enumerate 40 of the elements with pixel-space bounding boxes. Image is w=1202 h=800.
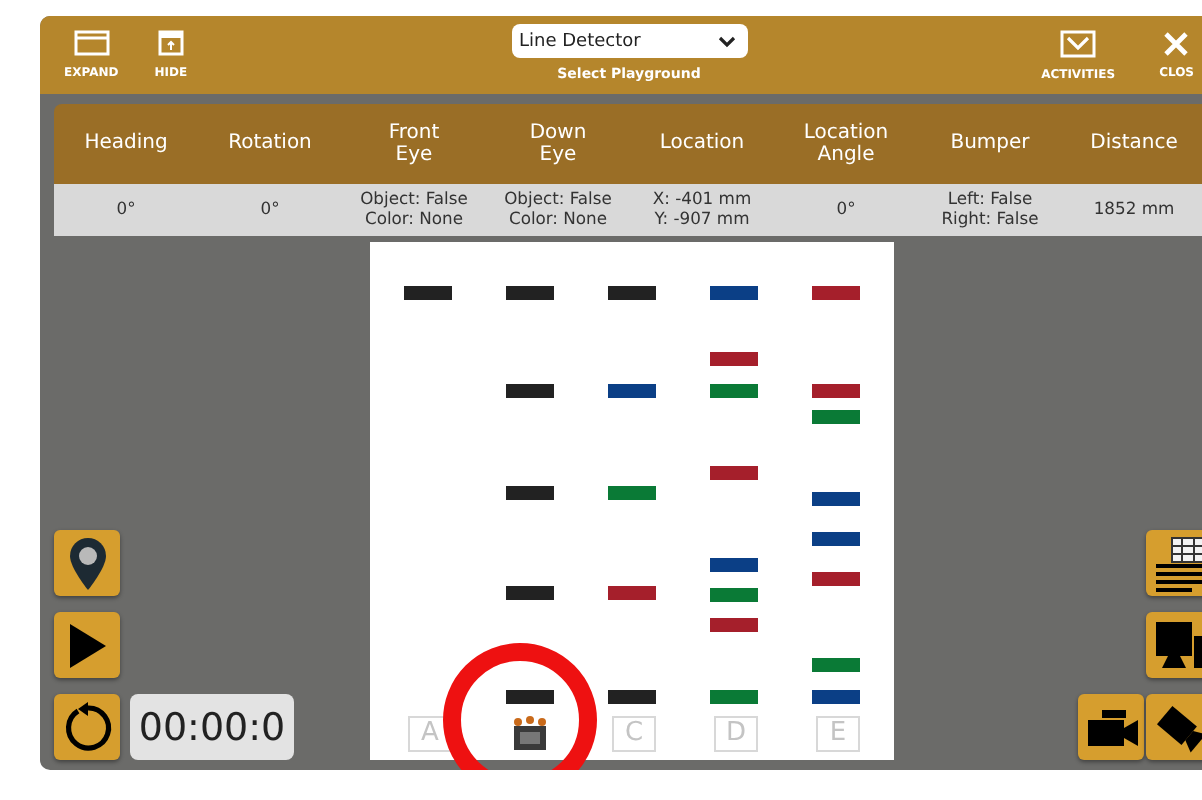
chevron-icon [717, 35, 735, 47]
reset-icon [61, 701, 113, 753]
camera-button[interactable] [1078, 694, 1144, 760]
column-label: E [816, 716, 860, 752]
close-icon [1164, 31, 1189, 55]
pin-icon [67, 535, 107, 591]
robot-icon [510, 716, 550, 752]
column-header: Front Eye [386, 121, 442, 167]
column-header: Location [657, 132, 747, 156]
table-cell-text: Object: False Color: None [502, 190, 614, 230]
column-header: Down Eye [527, 121, 589, 167]
table-cell-text: X: -401 mm Y: -907 mm [650, 190, 754, 230]
window-icon [73, 30, 110, 56]
column-label: A [408, 716, 452, 752]
location-button[interactable] [54, 530, 120, 596]
column-label: D [714, 716, 758, 752]
monitor-icon [1151, 617, 1202, 673]
column-label: C [612, 716, 656, 752]
table-cell-text: 0° [834, 200, 858, 220]
panel-icon [157, 30, 184, 56]
data-table-button[interactable] [1146, 530, 1202, 596]
reset-button[interactable] [54, 694, 120, 760]
monitor-button[interactable] [1146, 612, 1202, 678]
column-header: Bumper [948, 132, 1032, 156]
tilted-camera-button[interactable] [1146, 694, 1202, 760]
table-cell-text: 1852 mm [1091, 200, 1177, 220]
table-cell-text: Left: False Right: False [939, 190, 1041, 230]
table-cell-text: 0° [258, 200, 282, 220]
column-header: Distance [1088, 132, 1180, 156]
column-header: Rotation [226, 132, 314, 156]
table-cell-text: 0° [114, 200, 138, 220]
playground-select[interactable]: Line Detector [511, 24, 747, 58]
play-icon [67, 621, 107, 669]
play-button[interactable] [54, 612, 120, 678]
timer: 00:00:0 [130, 694, 294, 760]
checkbox-icon [1060, 29, 1097, 57]
column-header: Location Angle [801, 121, 891, 167]
table-cell-text: Object: False Color: None [358, 190, 470, 230]
column-header: Heading [82, 132, 170, 156]
table-icon [1151, 535, 1202, 591]
